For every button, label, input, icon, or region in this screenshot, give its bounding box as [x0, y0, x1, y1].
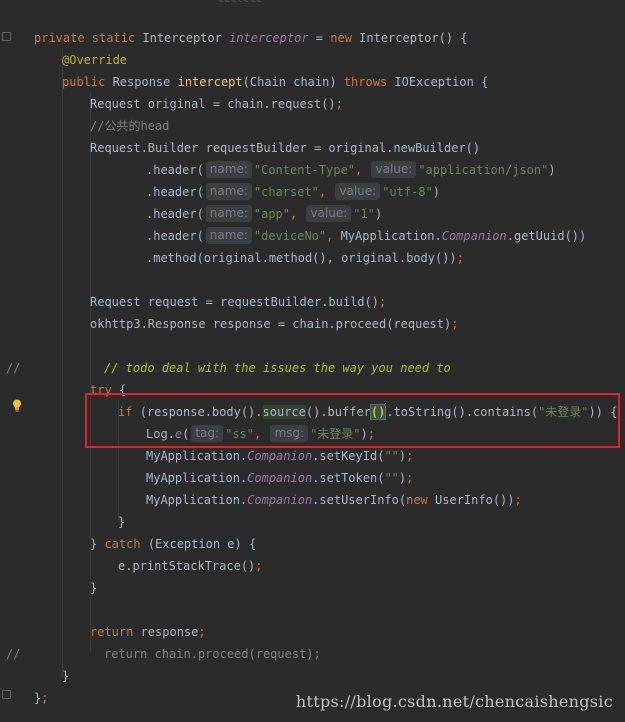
code-line[interactable]: MyApplication.Companion.setKeyId("");	[146, 445, 413, 467]
code-line[interactable]: .header(name: "Content-Type", value: "appl…	[146, 159, 556, 181]
code-line[interactable]: okhttp3.Response response = chain.procee…	[90, 313, 458, 335]
code-line[interactable]: };	[34, 687, 48, 709]
code-line[interactable]: }	[90, 577, 97, 599]
code-line[interactable]: .header(name: "deviceNo", MyApplication.C…	[146, 225, 586, 247]
fold-marker-icon[interactable]	[2, 690, 11, 699]
watermark: https://blog.csdn.net/chencaishengsic	[295, 692, 613, 711]
param-hint: name:	[205, 205, 252, 222]
indent-guide	[90, 92, 91, 652]
code-line[interactable]: Request.Builder requestBuilder = origina…	[90, 137, 480, 159]
highlight-annotation-box	[85, 393, 620, 448]
code-line[interactable]: Request request = requestBuilder.build()…	[90, 291, 386, 313]
fold-marker-icon[interactable]	[2, 32, 11, 41]
code-line[interactable]: Request original = chain.request();	[90, 93, 343, 115]
clipped-line-fragment: ~~~~~~~	[218, 0, 268, 4]
comment-marker: //	[6, 361, 21, 375]
param-hint: value:	[371, 161, 417, 178]
code-line[interactable]: return response;	[90, 621, 206, 643]
code-line[interactable]: e.printStackTrace();	[118, 555, 263, 577]
comment-marker: //	[6, 647, 21, 661]
code-line[interactable]: // todo deal with the issues the way you…	[104, 357, 451, 379]
code-line[interactable]: //公共的head	[90, 115, 169, 137]
code-line[interactable]: .method(original.method(), original.body…	[146, 247, 464, 269]
param-hint: name:	[205, 183, 252, 200]
code-line[interactable]: public Response intercept(Chain chain) t…	[62, 71, 488, 93]
code-line[interactable]: }	[62, 665, 69, 687]
lightbulb-icon[interactable]	[12, 399, 22, 412]
code-line[interactable]: return chain.proceed(request);	[104, 643, 321, 665]
code-line[interactable]: MyApplication.Companion.setToken("");	[146, 467, 413, 489]
code-line[interactable]: .header(name: "app", value: "1")	[146, 203, 382, 225]
code-line[interactable]: MyApplication.Companion.setUserInfo(new …	[146, 489, 522, 511]
code-line[interactable]: @Override	[62, 49, 127, 71]
param-hint: value:	[306, 205, 352, 222]
code-line[interactable]: private static Interceptor interceptor =…	[34, 27, 468, 49]
indent-guide	[62, 48, 63, 678]
param-hint: name:	[205, 227, 252, 244]
param-hint: value:	[335, 183, 381, 200]
code-line[interactable]: } catch (Exception e) {	[90, 533, 256, 555]
code-line[interactable]: .header(name: "charset", value: "utf-8")	[146, 181, 440, 203]
code-line[interactable]: }	[118, 511, 125, 533]
param-hint: name:	[205, 161, 252, 178]
